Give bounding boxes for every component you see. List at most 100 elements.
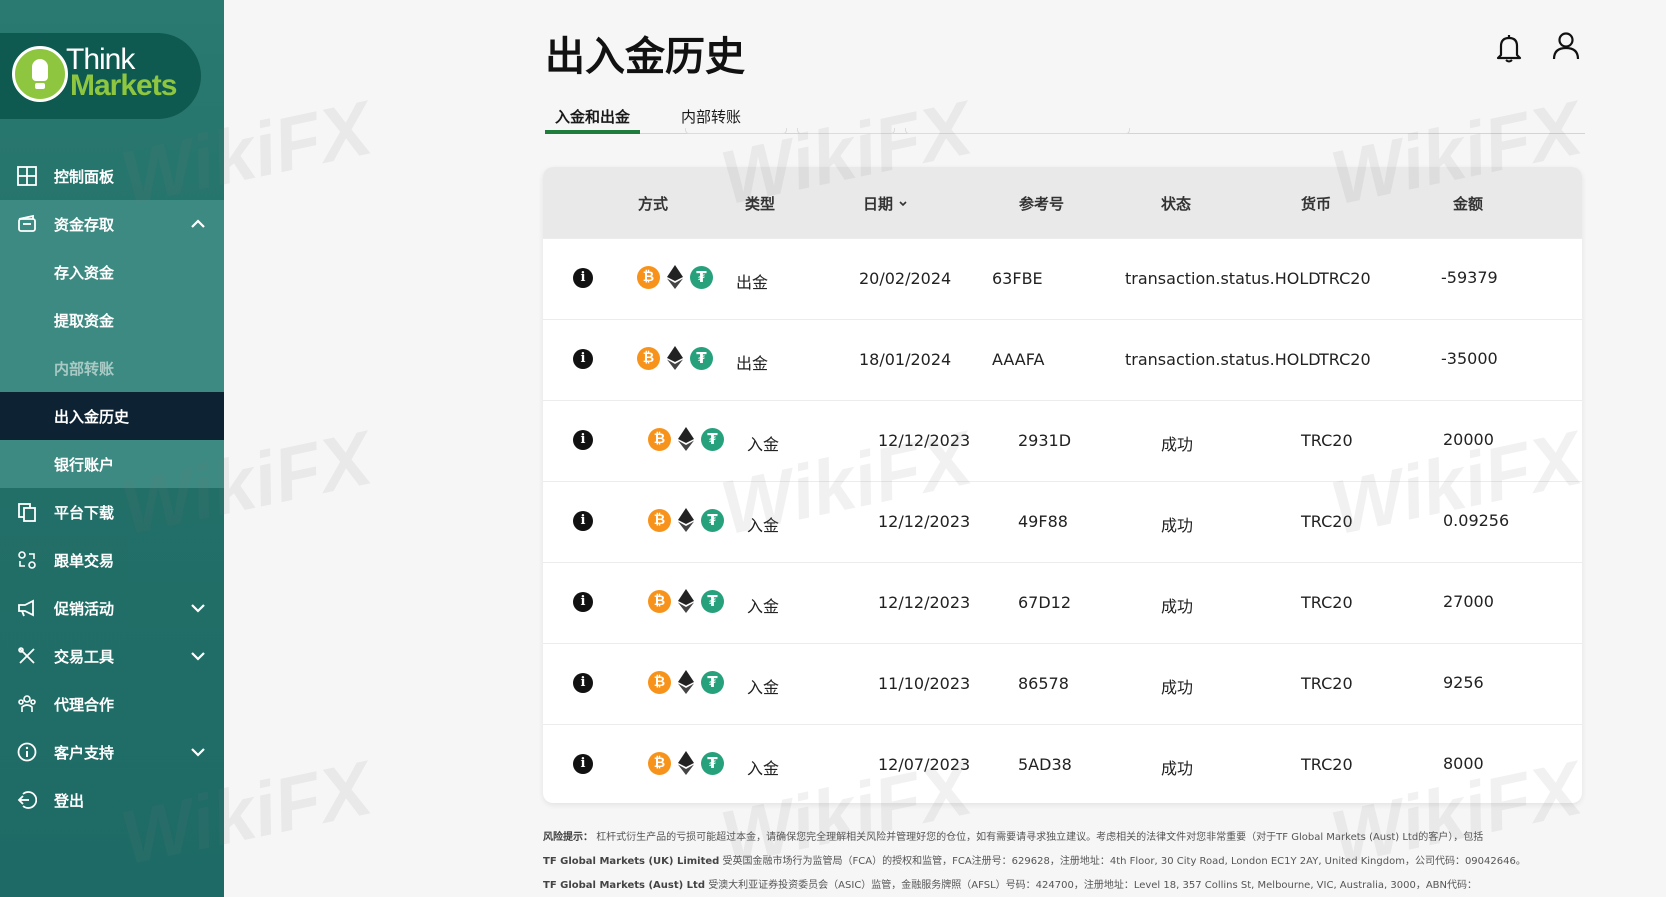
payment-method: ₿ ₮	[648, 589, 724, 613]
cell-status: 成功	[1161, 516, 1194, 535]
sidebar-item-label: 促销活动	[54, 599, 115, 618]
info-icon[interactable]: i	[573, 754, 593, 774]
copy-trade-icon	[16, 549, 38, 571]
cell-status: 成功	[1161, 678, 1194, 697]
sidebar-item-support[interactable]: 客户支持	[0, 728, 224, 776]
disclaimer-text: 受英国金融市场行为监管局（FCA）的授权和监管，FCA注册号：629628，注册…	[722, 856, 1526, 867]
payment-method: ₿ ₮	[648, 751, 724, 775]
cell-currency: TRC20	[1301, 755, 1353, 774]
cell-reference: 49F88	[1018, 512, 1068, 531]
cell-type: 出金	[736, 273, 769, 292]
cell-date: 12/07/2023	[878, 755, 971, 774]
ethereum-icon	[667, 265, 683, 289]
header-date[interactable]: 日期	[863, 193, 908, 214]
cell-amount: 9256	[1443, 673, 1484, 692]
logout-icon	[16, 789, 38, 811]
sidebar-item-platform-download[interactable]: 平台下载	[0, 488, 224, 536]
user-profile-icon[interactable]	[1552, 31, 1580, 65]
sidebar-item-dashboard[interactable]: 控制面板	[0, 152, 224, 200]
sidebar-item-deposit[interactable]: 存入资金	[0, 248, 224, 296]
table-row[interactable]: i ₿ ₮ 入金 12/12/2023 49F88 成功 TRC20 0.09256	[543, 481, 1582, 562]
sidebar-item-label: 资金存取	[54, 215, 115, 234]
info-icon[interactable]: i	[573, 349, 593, 369]
sidebar-item-funding-history[interactable]: 出入金历史	[0, 392, 224, 440]
sidebar-item-label: 平台下载	[54, 503, 115, 522]
info-icon[interactable]: i	[573, 592, 593, 612]
sidebar-item-label: 登出	[54, 791, 85, 810]
cell-type: 入金	[747, 759, 780, 778]
cell-currency: TRC20	[1319, 350, 1371, 369]
bitcoin-icon: ₿	[637, 265, 660, 289]
info-icon[interactable]: i	[573, 673, 593, 693]
chevron-down-icon[interactable]	[188, 598, 208, 618]
sidebar-item-bank-accounts[interactable]: 银行账户	[0, 440, 224, 488]
tab-bar: 入金和出金 内部转账	[545, 104, 1585, 134]
tab-underline-ghost	[905, 128, 1130, 134]
cell-currency: TRC20	[1319, 269, 1371, 288]
disclaimer-label: TF Global Markets (Aust) Ltd	[543, 880, 705, 891]
sidebar-item-copy-trading[interactable]: 跟单交易	[0, 536, 224, 584]
payment-method: ₿ ₮	[648, 508, 724, 532]
table-row[interactable]: i ₿ ₮ 出金 18/01/2024 AAAFA transaction.status.H…	[543, 319, 1582, 400]
cell-date: 20/02/2024	[859, 269, 952, 288]
chevron-down-icon[interactable]	[188, 742, 208, 762]
tether-icon: ₮	[701, 427, 724, 451]
tether-icon: ₮	[701, 670, 724, 694]
header-method: 方式	[638, 195, 669, 213]
table-body: i ₿ ₮ 出金 20/02/2024 63FBE transaction.status.H…	[543, 238, 1582, 803]
cell-amount: -59379	[1441, 268, 1498, 287]
disclaimer-line: TF Global Markets (UK) Limited 受英国金融市场行为…	[543, 850, 1543, 874]
cell-date: 12/12/2023	[878, 512, 971, 531]
cell-currency: TRC20	[1301, 593, 1353, 612]
info-icon[interactable]: i	[573, 511, 593, 531]
disclaimer-line: TF Global Markets (Aust) Ltd 受澳大利亚证券投资委员…	[543, 874, 1543, 897]
table-row[interactable]: i ₿ ₮ 出金 20/02/2024 63FBE transaction.status.H…	[543, 238, 1582, 319]
info-icon	[16, 741, 38, 763]
cell-reference: 67D12	[1018, 593, 1072, 612]
payment-method: ₿ ₮	[648, 670, 724, 694]
ethereum-icon	[678, 751, 694, 775]
tether-icon: ₮	[701, 589, 724, 613]
thinkmarkets-logo[interactable]: Think Markets	[0, 33, 201, 119]
disclaimer-text: 杠杆式衍生产品的亏损可能超过本金，请确保您完全理解相关风险并管理好您的仓位，如有…	[596, 832, 1484, 843]
ethereum-icon	[678, 427, 694, 451]
sidebar-item-internal-transfer[interactable]: 内部转账	[0, 344, 224, 392]
sidebar-item-trading-tools[interactable]: 交易工具	[0, 632, 224, 680]
risk-disclaimer: 风险提示： 杠杆式衍生产品的亏损可能超过本金，请确保您完全理解相关风险并管理好您…	[543, 826, 1543, 897]
cell-date: 12/12/2023	[878, 431, 971, 450]
chevron-down-icon[interactable]	[188, 646, 208, 666]
header-date-label: 日期	[863, 195, 894, 213]
cell-type: 入金	[747, 597, 780, 616]
sidebar-item-partnership[interactable]: 代理合作	[0, 680, 224, 728]
sidebar-item-logout[interactable]: 登出	[0, 776, 224, 824]
cell-status: transaction.status.HOLD	[1125, 269, 1321, 288]
table-row[interactable]: i ₿ ₮ 入金 12/07/2023 5AD38 成功 TRC20 8000	[543, 724, 1582, 803]
header-amount: 金额	[1453, 195, 1484, 213]
table-row[interactable]: i ₿ ₮ 入金 12/12/2023 67D12 成功 TRC20 27000	[543, 562, 1582, 643]
cell-currency: TRC20	[1301, 431, 1353, 450]
disclaimer-label: TF Global Markets (UK) Limited	[543, 856, 720, 867]
sidebar: Think Markets 控制面板 资金存取 存入资金 提取资金 内部转账 出…	[0, 0, 224, 897]
cell-amount: 20000	[1443, 430, 1494, 449]
bell-icon[interactable]	[1496, 33, 1522, 67]
sidebar-item-withdraw[interactable]: 提取资金	[0, 296, 224, 344]
cell-type: 入金	[747, 516, 780, 535]
info-icon[interactable]: i	[573, 430, 593, 450]
payment-method: ₿ ₮	[637, 346, 713, 370]
cell-reference: 86578	[1018, 674, 1069, 693]
payment-method: ₿ ₮	[637, 265, 713, 289]
cell-reference: 2931D	[1018, 431, 1072, 450]
sort-down-icon	[899, 201, 907, 207]
tab-deposits-withdrawals[interactable]: 入金和出金	[545, 106, 641, 134]
partners-icon	[16, 693, 38, 715]
chevron-up-icon[interactable]	[188, 214, 208, 234]
tab-underline-ghost	[685, 128, 787, 134]
info-icon[interactable]: i	[573, 268, 593, 288]
ethereum-icon	[678, 670, 694, 694]
table-row[interactable]: i ₿ ₮ 入金 12/12/2023 2931D 成功 TRC20 20000	[543, 400, 1582, 481]
sidebar-item-promotions[interactable]: 促销活动	[0, 584, 224, 632]
sidebar-item-funds[interactable]: 资金存取	[0, 200, 224, 248]
sidebar-item-label: 客户支持	[54, 743, 115, 762]
cell-date: 12/12/2023	[878, 593, 971, 612]
table-row[interactable]: i ₿ ₮ 入金 11/10/2023 86578 成功 TRC20 9256	[543, 643, 1582, 724]
